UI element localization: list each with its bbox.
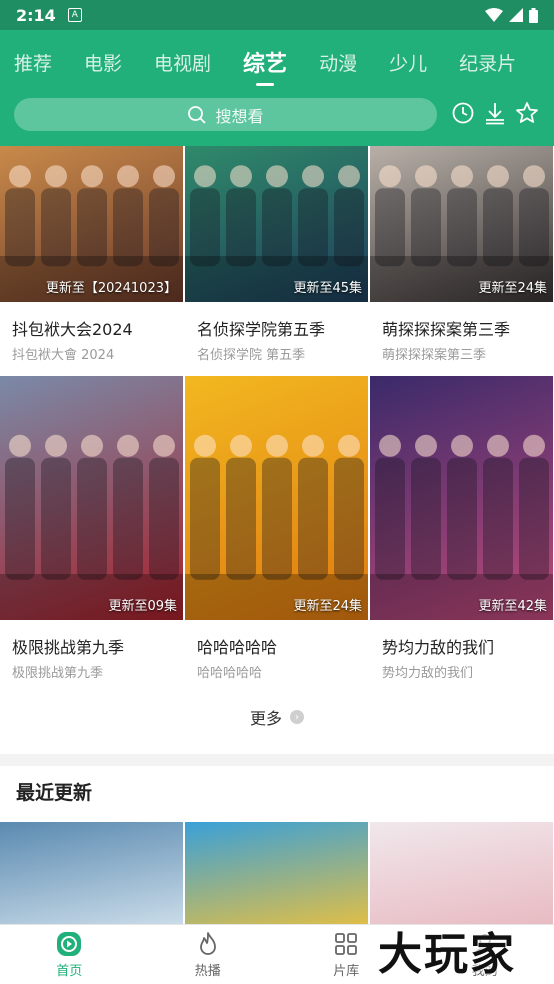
- show-subtitle: 极限挑战第九季: [12, 666, 104, 681]
- tab-1[interactable]: 电影: [84, 49, 122, 76]
- show-title: 名侦探学院第五季: [197, 320, 326, 339]
- signal-icon: [509, 8, 523, 22]
- nav-trending-label: 热播: [194, 963, 221, 979]
- show-title: 哈哈哈哈哈: [197, 638, 278, 657]
- section-divider: [0, 754, 554, 766]
- more-button[interactable]: 更多 ›: [0, 704, 554, 730]
- content-area: 更新至【20241023】抖包袱大会2024 抖包袱大會 2024 更新至45集名侦…: [0, 146, 554, 924]
- nav-home[interactable]: 首页: [0, 925, 139, 984]
- status-indicators: [485, 7, 538, 23]
- show-card[interactable]: 更新至24集 萌探探探案第三季 萌探探探案第三季: [370, 146, 553, 363]
- notification-icon: A: [67, 8, 82, 22]
- nav-trending[interactable]: 热播: [139, 925, 278, 984]
- show-card[interactable]: 更新至45集名侦探学院第五季名侦探学院 第五季: [185, 146, 368, 363]
- show-card[interactable]: 更新至42集 势均力敌的我们 势均力敌的我们: [370, 376, 553, 681]
- tab-2[interactable]: 电视剧: [154, 49, 211, 76]
- update-badge: 更新至42集: [478, 599, 547, 614]
- grid-icon: [333, 931, 359, 957]
- battery-icon: [529, 7, 538, 23]
- show-card[interactable]: 更新至24集 哈哈哈哈哈 哈哈哈哈哈: [185, 376, 368, 681]
- show-row-2: 更新至09集 极限挑战第九季 极限挑战第九季 更新至24集 哈哈哈哈哈 哈哈哈哈哈 更新至4…: [0, 376, 554, 681]
- show-poster[interactable]: 更新至24集: [370, 146, 553, 302]
- show-poster[interactable]: 更新至45集: [185, 146, 368, 302]
- tab-6[interactable]: 纪录片: [459, 49, 516, 76]
- recent-poster[interactable]: [185, 822, 368, 924]
- update-badge: 更新至24集: [478, 281, 547, 296]
- show-subtitle: 萌探探探案第三季: [382, 348, 487, 363]
- poster-artwork: [0, 376, 183, 620]
- show-subtitle: 哈哈哈哈哈: [197, 666, 263, 681]
- update-badge: 更新至24集: [293, 599, 362, 614]
- recent-poster[interactable]: [370, 822, 553, 924]
- update-badge: 更新至45集: [293, 281, 362, 296]
- recent-poster[interactable]: [0, 822, 183, 924]
- header-actions: [450, 100, 540, 126]
- show-poster[interactable]: 更新至09集: [0, 376, 183, 620]
- show-poster[interactable]: 更新至24集: [185, 376, 368, 620]
- show-card[interactable]: 更新至09集 极限挑战第九季 极限挑战第九季: [0, 376, 183, 681]
- show-title: 萌探探探案第三季: [382, 320, 511, 339]
- more-label: 更多: [249, 709, 282, 728]
- play-circle-icon: [56, 931, 82, 957]
- search-bar[interactable]: 搜想看: [14, 98, 437, 131]
- tab-0[interactable]: 推荐: [14, 49, 52, 76]
- history-icon[interactable]: [450, 100, 476, 126]
- update-badge: 更新至【20241023】: [45, 281, 177, 296]
- nav-library-label: 片库: [333, 963, 360, 979]
- watermark-logo: 大玩家: [378, 929, 516, 980]
- show-subtitle: 抖包袱大會 2024: [12, 348, 115, 363]
- status-bar: 2:14 A: [0, 0, 554, 30]
- poster-artwork: [185, 376, 368, 620]
- update-badge: 更新至09集: [108, 599, 177, 614]
- recent-row: [0, 822, 554, 924]
- favorite-star-icon[interactable]: [514, 100, 540, 126]
- show-subtitle: 势均力敌的我们: [382, 666, 474, 681]
- category-tabs: 推荐 电影 电视剧 综艺 动漫 少儿 纪录片: [0, 44, 554, 80]
- show-title: 势均力敌的我们: [382, 638, 495, 657]
- tab-3[interactable]: 综艺: [243, 46, 287, 78]
- chevron-right-icon: ›: [290, 710, 304, 724]
- status-time: 2:14: [16, 5, 56, 25]
- poster-artwork: [370, 376, 553, 620]
- search-placeholder: 搜想看: [215, 106, 264, 126]
- show-card[interactable]: 更新至【20241023】抖包袱大会2024 抖包袱大會 2024: [0, 146, 183, 363]
- download-icon[interactable]: [482, 100, 508, 126]
- show-poster[interactable]: 更新至42集: [370, 376, 553, 620]
- wifi-icon: [485, 8, 503, 22]
- tab-5[interactable]: 少儿: [389, 49, 427, 76]
- search-icon: [188, 105, 207, 124]
- top-header: 推荐 电影 电视剧 综艺 动漫 少儿 纪录片 搜想看: [0, 30, 554, 146]
- recent-section-title: 最近更新: [16, 782, 93, 804]
- show-subtitle: 名侦探学院 第五季: [197, 348, 306, 363]
- nav-home-label: 首页: [56, 963, 83, 979]
- tab-4[interactable]: 动漫: [319, 49, 357, 76]
- show-title: 抖包袱大会2024: [12, 320, 133, 339]
- show-poster[interactable]: 更新至【20241023】: [0, 146, 183, 302]
- flame-icon: [195, 931, 221, 957]
- show-title: 极限挑战第九季: [12, 638, 125, 657]
